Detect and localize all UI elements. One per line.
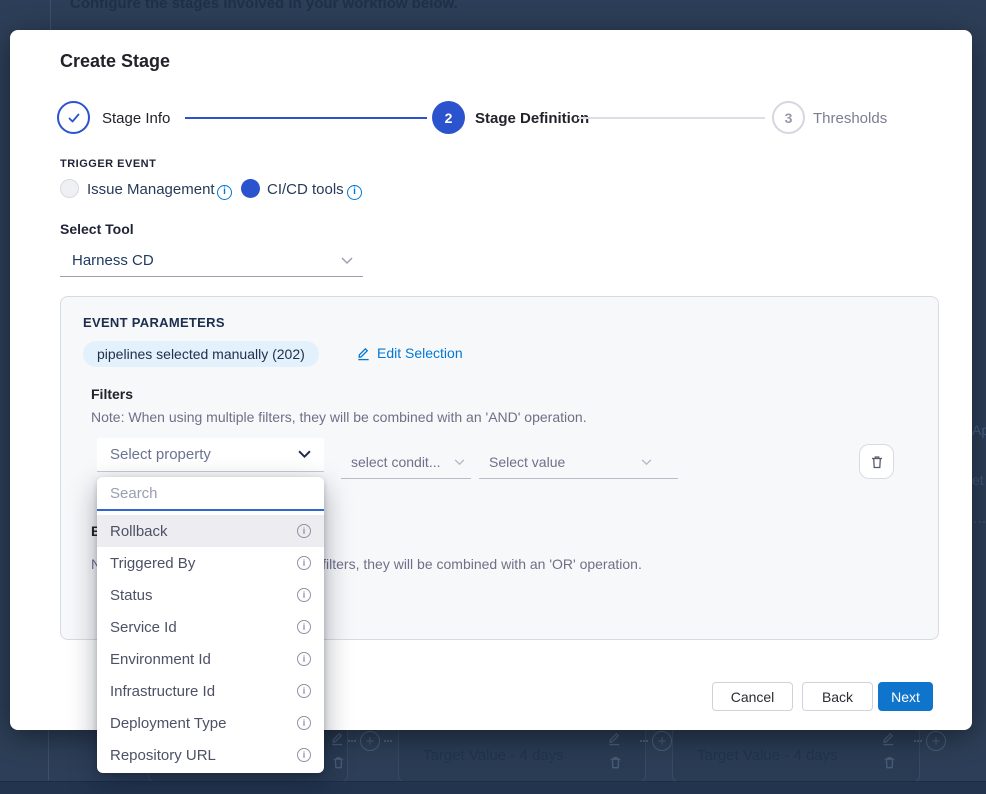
screen: Configure the stages involved in your wo… <box>0 0 986 794</box>
radio-cicd-tools[interactable] <box>241 179 260 198</box>
property-select[interactable]: Select property <box>97 438 324 472</box>
dashed-connector <box>974 521 985 523</box>
condition-select[interactable]: select condit... <box>341 446 471 479</box>
event-parameters-heading: EVENT PARAMETERS <box>83 315 225 330</box>
property-dropdown-list: Rollback i Triggered By i Status i Servi… <box>97 511 324 771</box>
search-input[interactable] <box>97 477 324 511</box>
info-icon: i <box>347 185 362 200</box>
back-button[interactable]: Back <box>802 682 873 711</box>
step-thresholds-label[interactable]: Thresholds <box>813 110 887 127</box>
background-text-fragment: Ap <box>972 422 986 438</box>
step-stage-info-label[interactable]: Stage Info <box>102 110 170 127</box>
selection-pill: pipelines selected manually (202) <box>83 341 319 367</box>
select-tool-label: Select Tool <box>60 221 134 237</box>
step-stage-definition-label[interactable]: Stage Definition <box>475 110 589 127</box>
condition-select-placeholder: select condit... <box>351 454 441 470</box>
trash-icon <box>331 755 346 775</box>
dropdown-item-rollback[interactable]: Rollback i <box>97 515 324 547</box>
trash-icon <box>608 755 623 775</box>
property-select-placeholder: Select property <box>110 446 211 463</box>
value-select[interactable]: Select value <box>479 446 678 479</box>
background-subtitle: Configure the stages involved in your wo… <box>70 0 458 11</box>
tool-select[interactable]: Harness CD <box>60 244 363 277</box>
pencil-icon <box>356 346 371 361</box>
value-select-placeholder: Select value <box>489 454 565 470</box>
check-icon <box>66 110 82 126</box>
background-card-text: Target Value - 4 days <box>697 747 838 764</box>
dropdown-item-status[interactable]: Status i <box>97 579 324 611</box>
chevron-down-icon <box>641 459 652 466</box>
dropdown-item-deployment-type[interactable]: Deployment Type i <box>97 707 324 739</box>
pencil-icon <box>330 731 345 751</box>
background-footer-strip <box>0 781 986 794</box>
info-icon: i <box>297 620 311 634</box>
step-stage-info-circle[interactable] <box>57 101 90 134</box>
info-icon: i <box>217 185 232 200</box>
dashed-connector <box>384 740 392 742</box>
dropdown-item-service-id[interactable]: Service Id i <box>97 611 324 643</box>
add-stage-icon: + <box>360 731 380 751</box>
dropdown-item-triggered-by[interactable]: Triggered By i <box>97 547 324 579</box>
cancel-button[interactable]: Cancel <box>712 682 793 711</box>
radio-issue-management-label[interactable]: Issue Management <box>87 181 215 198</box>
dashed-connector <box>914 740 922 742</box>
dashed-connector <box>640 740 648 742</box>
add-stage-icon: + <box>926 731 946 751</box>
info-icon: i <box>297 588 311 602</box>
background-card-text: Target Value - 4 days <box>423 747 564 764</box>
radio-issue-management[interactable] <box>60 179 79 198</box>
info-icon: i <box>297 556 311 570</box>
chevron-down-icon <box>341 257 353 265</box>
trash-icon <box>869 454 885 470</box>
trash-icon <box>882 755 897 775</box>
edit-selection-label: Edit Selection <box>377 345 463 361</box>
delete-filter-button[interactable] <box>859 444 894 479</box>
modal-title: Create Stage <box>60 51 170 72</box>
info-icon: i <box>297 716 311 730</box>
property-dropdown: Rollback i Triggered By i Status i Servi… <box>97 477 324 773</box>
edit-selection-link[interactable]: Edit Selection <box>356 345 463 361</box>
pencil-icon <box>881 731 896 751</box>
radio-cicd-tools-label[interactable]: CI/CD tools <box>267 181 344 198</box>
dropdown-item-repository-url[interactable]: Repository URL i <box>97 739 324 771</box>
background-divider-line <box>50 0 51 30</box>
info-icon: i <box>297 524 311 538</box>
tool-select-value: Harness CD <box>72 252 154 269</box>
next-button[interactable]: Next <box>878 682 933 711</box>
chevron-down-icon <box>298 450 311 459</box>
background-text-fragment: et <box>972 472 984 488</box>
step-connector-done <box>185 117 427 119</box>
background-divider-line <box>48 730 49 780</box>
filters-heading: Filters <box>91 386 133 402</box>
pencil-icon <box>607 731 622 751</box>
dropdown-item-environment-id[interactable]: Environment Id i <box>97 643 324 675</box>
add-stage-icon: + <box>652 731 672 751</box>
info-icon: i <box>297 652 311 666</box>
filters-note: Note: When using multiple filters, they … <box>91 409 587 425</box>
info-icon: i <box>297 684 311 698</box>
dropdown-item-infrastructure-id[interactable]: Infrastructure Id i <box>97 675 324 707</box>
step-stage-definition-circle[interactable]: 2 <box>432 101 465 134</box>
step-connector-pending <box>578 117 765 119</box>
info-icon: i <box>297 748 311 762</box>
trigger-event-label: TRIGGER EVENT <box>60 158 156 170</box>
dashed-connector <box>348 740 356 742</box>
step-thresholds-circle[interactable]: 3 <box>772 101 805 134</box>
chevron-down-icon <box>454 459 465 466</box>
